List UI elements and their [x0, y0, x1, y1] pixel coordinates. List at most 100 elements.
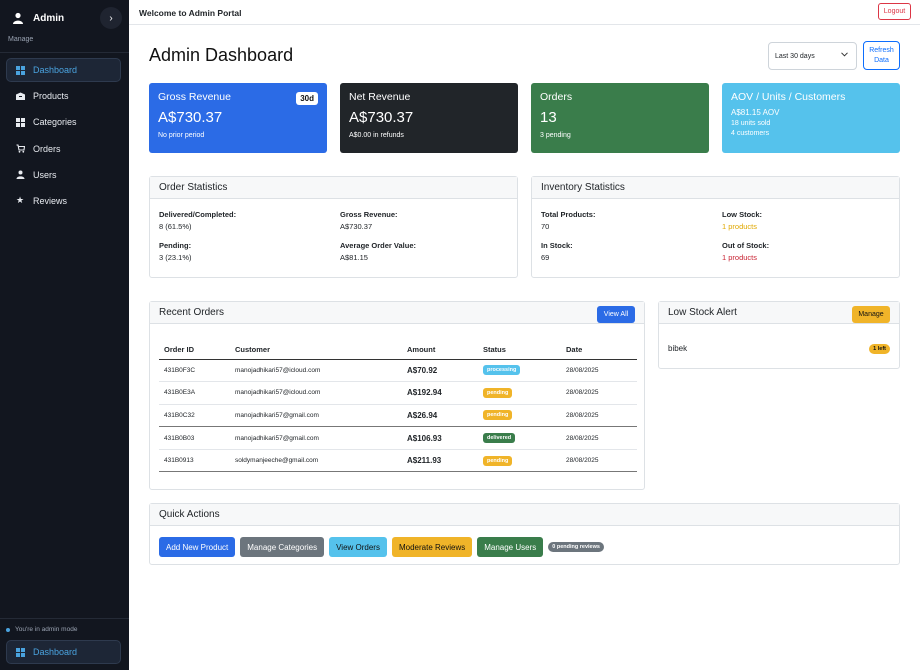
panel-title: Low Stock Alert Manage — [659, 302, 899, 324]
moderate-reviews-button[interactable]: Moderate Reviews — [391, 537, 473, 557]
chevron-right-icon[interactable]: › — [100, 7, 122, 29]
table-row[interactable]: 431B0F3C manojadhikari57@icloud.com A$70… — [159, 359, 637, 383]
customer-email: soldymanjeeche@gmail.com — [230, 449, 402, 473]
table-row[interactable]: 431B0913 soldymanjeeche@gmail.com A$211.… — [159, 449, 637, 473]
sidebar-item-orders[interactable]: Orders — [6, 137, 121, 161]
order-amount: A$106.93 — [402, 426, 478, 450]
order-amount: A$70.92 — [402, 359, 478, 383]
grid-icon — [15, 647, 25, 657]
stat-value: 1 products — [722, 222, 758, 231]
net-revenue-card: Net Revenue A$730.37 A$0.00 in refunds — [340, 83, 518, 153]
panel-title: Inventory Statistics — [532, 177, 899, 199]
stat-value: A$730.37 — [340, 222, 373, 231]
page-title: Admin Dashboard — [149, 45, 294, 65]
order-id: 431B0F3C — [159, 359, 230, 383]
stat-value: 69 — [541, 253, 550, 262]
column-header[interactable]: Amount — [402, 340, 478, 360]
admin-mode-note: You're in admin mode — [6, 626, 77, 633]
status-cell: pending — [478, 404, 561, 428]
orders-table: Order ID Customer Amount Status Date 431… — [159, 340, 637, 473]
date-range-select[interactable]: Last 30 days — [768, 42, 857, 70]
logout-button[interactable]: Logout — [878, 3, 911, 20]
sidebar-item-dashboard[interactable]: Dashboard — [6, 58, 121, 82]
user-icon — [15, 170, 25, 180]
out-of-stock-stat: Out of Stock: 1 products — [722, 241, 769, 262]
sidebar-item-users[interactable]: Users — [6, 163, 121, 187]
status-cell: processing — [478, 359, 561, 383]
quick-actions-row: Add New Product Manage Categories View O… — [159, 537, 604, 557]
refresh-label-1: Refresh — [869, 47, 894, 54]
order-date: 28/08/2025 — [561, 449, 637, 473]
stat-value: 3 (23.1%) — [159, 253, 192, 262]
sidebar-item-categories[interactable]: Categories — [6, 110, 121, 134]
status-badge: delivered — [483, 433, 516, 444]
column-header[interactable]: Date — [561, 340, 637, 360]
grid-icon — [15, 117, 25, 127]
orders-card: Orders 13 3 pending — [531, 83, 709, 153]
column-header[interactable]: Status — [478, 340, 561, 360]
card-subtext: 3 pending — [540, 132, 571, 139]
order-date: 28/08/2025 — [561, 381, 637, 405]
card-title: Orders — [540, 91, 573, 103]
grid-icon — [15, 65, 25, 75]
gross-revenue-card: Gross Revenue 30d A$730.37 No prior peri… — [149, 83, 327, 153]
aov-card: AOV / Units / Customers A$81.15 AOV 18 u… — [722, 83, 900, 153]
user-profile[interactable]: Admin › — [6, 7, 122, 29]
cart-icon — [15, 144, 25, 154]
column-header[interactable]: Order ID — [159, 340, 230, 360]
stat-label: Out of Stock: — [722, 241, 770, 250]
status-badge: processing — [483, 365, 521, 376]
sidebar-item-label: Categories — [33, 117, 77, 128]
low-stock-alert-panel: Low Stock Alert Manage bibek 1 left — [658, 301, 900, 369]
order-statistics-panel: Order Statistics Delivered/Completed: 8 … — [149, 176, 518, 278]
card-subtext: A$0.00 in refunds — [349, 132, 404, 139]
star-icon: ★ — [15, 195, 25, 206]
add-new-product-button[interactable]: Add New Product — [159, 537, 236, 557]
user-icon — [11, 11, 25, 25]
table-row[interactable]: 431B0E3A manojadhikari57@icloud.com A$19… — [159, 381, 637, 405]
low-stock-item[interactable]: bibek — [668, 344, 687, 353]
refresh-label-2: Data — [874, 57, 889, 64]
stat-label: Pending: — [159, 241, 192, 250]
card-value: 13 — [540, 109, 557, 126]
sidebar-item-label: Reviews — [33, 195, 68, 206]
customer-email: manojadhikari57@icloud.com — [230, 359, 402, 383]
stat-label: Low Stock: — [722, 210, 763, 219]
stat-value: 70 — [541, 222, 550, 231]
table-row[interactable]: 431B0C32 manojadhikari57@gmail.com A$26.… — [159, 404, 637, 428]
panel-title-text: Recent Orders — [159, 307, 225, 318]
sidebar-bottom-label: Dashboard — [33, 647, 78, 657]
stat-label: Delivered/Completed: — [159, 210, 237, 219]
recent-orders-panel: Recent Orders View All Order ID Customer… — [149, 301, 645, 490]
total-products-stat: Total Products: 70 — [541, 210, 595, 231]
manage-categories-button[interactable]: Manage Categories — [240, 537, 325, 557]
sidebar-item-products[interactable]: Products — [6, 84, 121, 108]
divider — [0, 618, 129, 619]
column-header[interactable]: Customer — [230, 340, 402, 360]
date-range-value: Last 30 days — [775, 52, 815, 60]
period-badge: 30d — [296, 92, 318, 105]
sidebar-nav: Dashboard Products Categories Orders Use… — [6, 58, 121, 215]
view-all-button[interactable]: View All — [597, 306, 635, 323]
box-icon — [15, 91, 25, 101]
manage-users-button[interactable]: Manage Users — [477, 537, 544, 557]
sidebar-item-label: Dashboard — [33, 65, 78, 75]
customer-email: manojadhikari57@gmail.com — [230, 426, 402, 450]
refresh-data-button[interactable]: Refresh Data — [863, 41, 900, 70]
manage-button[interactable]: Manage — [852, 306, 890, 323]
status-badge: pending — [483, 410, 513, 421]
divider — [0, 52, 129, 53]
sidebar-item-reviews[interactable]: ★ Reviews — [6, 189, 121, 213]
table-row[interactable]: 431B0B03 manojadhikari57@gmail.com A$106… — [159, 426, 637, 450]
status-badge: pending — [483, 387, 513, 398]
order-id: 431B0913 — [159, 449, 230, 473]
section-label: Manage — [8, 36, 34, 43]
sidebar-bottom-dashboard[interactable]: Dashboard — [6, 640, 121, 664]
view-orders-button[interactable]: View Orders — [329, 537, 387, 557]
sidebar-item-label: Products — [33, 91, 69, 102]
gross-revenue-stat: Gross Revenue: A$730.37 — [340, 210, 398, 231]
card-value: A$730.37 — [349, 109, 414, 126]
stat-label: Average Order Value: — [340, 241, 417, 250]
order-amount: A$211.93 — [402, 449, 478, 473]
status-cell: pending — [478, 381, 561, 405]
